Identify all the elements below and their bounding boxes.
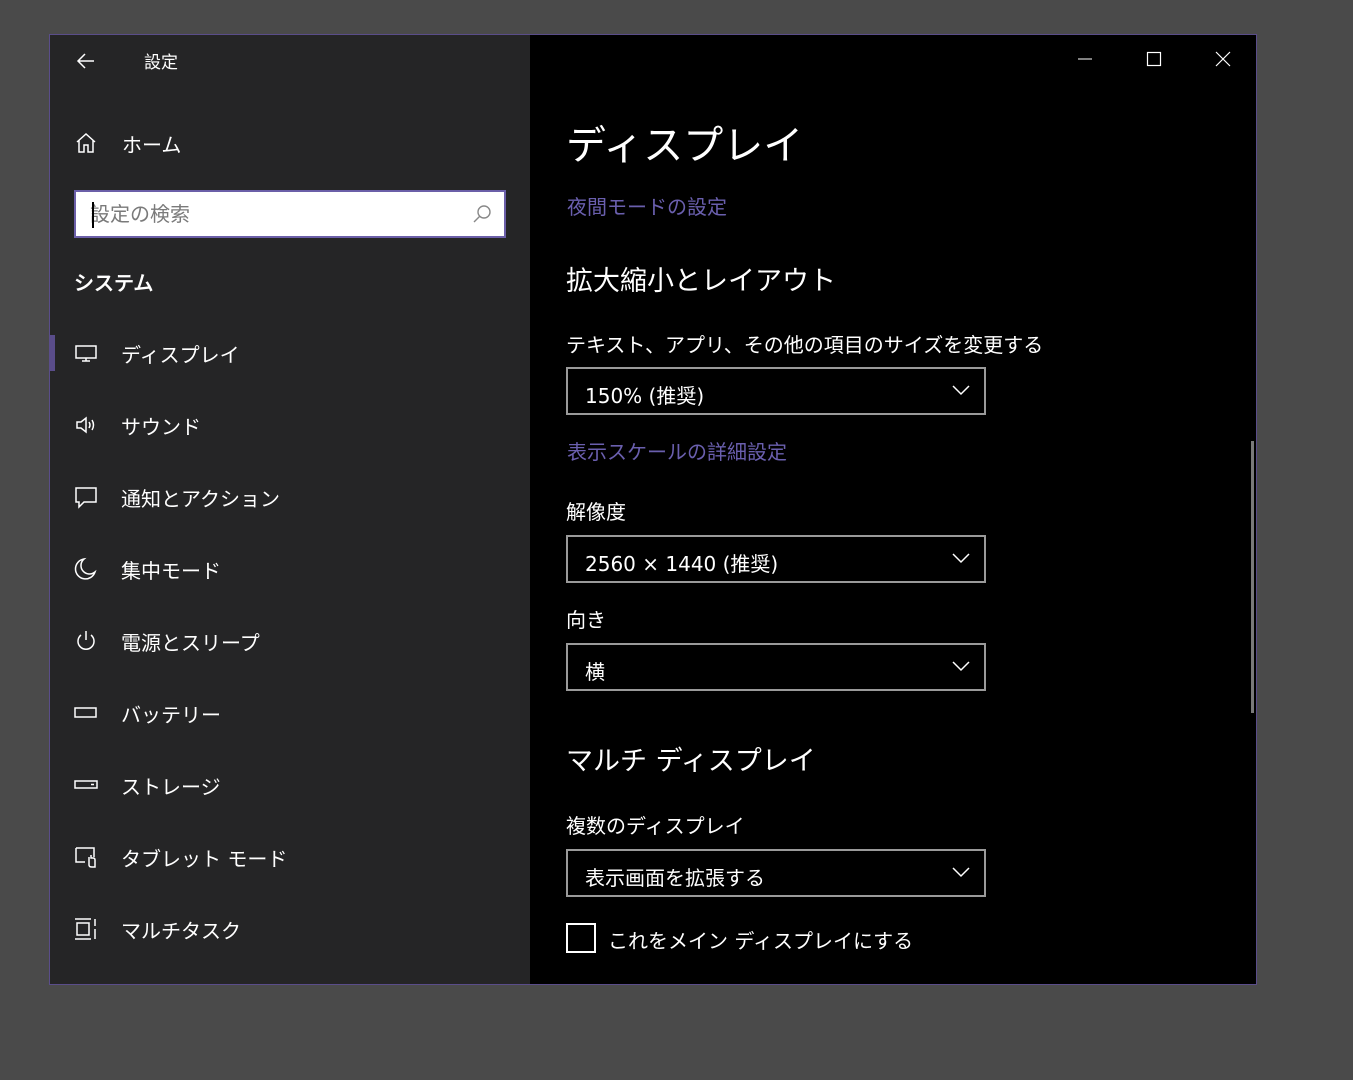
search-input[interactable] xyxy=(90,192,460,236)
battery-icon xyxy=(74,707,97,718)
multi-display-heading: マルチ ディスプレイ xyxy=(566,746,816,777)
sidebar-item-focus-assist[interactable]: 集中モード xyxy=(50,533,530,605)
multiple-displays-dropdown[interactable]: 表示画面を拡張する xyxy=(566,849,986,897)
storage-icon xyxy=(74,780,98,789)
make-main-display-checkbox[interactable] xyxy=(566,923,596,953)
monitor-icon xyxy=(75,345,97,362)
moon-icon xyxy=(74,557,97,580)
sidebar-item-label: 集中モード xyxy=(121,558,221,583)
night-light-settings-link[interactable]: 夜間モードの設定 xyxy=(567,191,727,220)
sidebar-item-label: ストレージ xyxy=(121,774,221,799)
sidebar-item-multitasking[interactable]: マルチタスク xyxy=(50,893,530,965)
sidebar-item-label: タブレット モード xyxy=(121,846,288,871)
section-title: システム xyxy=(74,271,154,295)
maximize-icon xyxy=(1146,51,1161,67)
sidebar-item-label: バッテリー xyxy=(121,702,221,727)
speaker-icon xyxy=(76,416,95,434)
search-box[interactable] xyxy=(74,190,506,238)
settings-window: 設定 ホーム システム ディスプレイ xyxy=(49,34,1257,985)
minimize-button[interactable] xyxy=(1050,35,1119,83)
chevron-down-icon xyxy=(952,553,970,564)
multitask-icon xyxy=(75,918,96,940)
orientation-label: 向き xyxy=(566,608,606,632)
chevron-down-icon xyxy=(952,661,970,672)
sidebar-item-label: 電源とスリープ xyxy=(121,630,260,655)
sidebar-item-display[interactable]: ディスプレイ xyxy=(50,317,530,389)
back-arrow-icon xyxy=(76,53,94,69)
power-icon xyxy=(77,631,95,650)
sidebar-item-home[interactable]: ホーム xyxy=(50,119,530,167)
chevron-down-icon xyxy=(952,385,970,396)
resolution-dropdown[interactable]: 2560 × 1440 (推奨) xyxy=(566,535,986,583)
orientation-dropdown[interactable]: 横 xyxy=(566,643,986,691)
sidebar-item-notifications[interactable]: 通知とアクション xyxy=(50,461,530,533)
content-pane: ディスプレイ 夜間モードの設定 拡大縮小とレイアウト テキスト、アプリ、その他の… xyxy=(530,35,1256,984)
multiple-displays-label: 複数のディスプレイ xyxy=(566,814,745,838)
advanced-scaling-link[interactable]: 表示スケールの詳細設定 xyxy=(567,436,787,465)
text-caret xyxy=(92,202,94,228)
sidebar-item-label: 通知とアクション xyxy=(121,486,280,511)
sidebar: 設定 ホーム システム ディスプレイ xyxy=(50,35,530,984)
back-button[interactable] xyxy=(68,43,104,79)
page-title: ディスプレイ xyxy=(566,123,804,169)
minimize-icon xyxy=(1077,58,1092,60)
sidebar-item-tablet-mode[interactable]: タブレット モード xyxy=(50,821,530,893)
sidebar-nav: ディスプレイ サウンド 通知とアクション 集中モード 電源とスリープ バッテリー… xyxy=(50,317,530,965)
home-label: ホーム xyxy=(122,132,182,157)
search-icon[interactable] xyxy=(472,204,492,224)
sidebar-item-power-sleep[interactable]: 電源とスリープ xyxy=(50,605,530,677)
close-icon xyxy=(1215,51,1230,67)
message-icon xyxy=(75,487,97,509)
sidebar-item-label: サウンド xyxy=(121,414,201,439)
maximize-button[interactable] xyxy=(1119,35,1188,83)
scale-dropdown[interactable]: 150% (推奨) xyxy=(566,367,986,415)
sidebar-item-storage[interactable]: ストレージ xyxy=(50,749,530,821)
scale-value: 150% (推奨) xyxy=(585,384,705,408)
window-title: 設定 xyxy=(144,53,178,73)
orientation-value: 横 xyxy=(585,660,605,684)
sidebar-item-label: ディスプレイ xyxy=(121,342,240,367)
chevron-down-icon xyxy=(952,867,970,878)
tablet-mode-icon xyxy=(75,847,96,868)
resolution-value: 2560 × 1440 (推奨) xyxy=(585,552,779,576)
sidebar-item-label: マルチタスク xyxy=(121,918,241,943)
scrollbar[interactable] xyxy=(1251,441,1254,713)
scale-label: テキスト、アプリ、その他の項目のサイズを変更する xyxy=(566,333,1044,357)
multiple-displays-value: 表示画面を拡張する xyxy=(585,866,765,890)
sidebar-item-sound[interactable]: サウンド xyxy=(50,389,530,461)
close-button[interactable] xyxy=(1188,35,1256,83)
home-icon xyxy=(76,132,96,153)
sidebar-item-battery[interactable]: バッテリー xyxy=(50,677,530,749)
resolution-label: 解像度 xyxy=(566,500,626,524)
scale-layout-heading: 拡大縮小とレイアウト xyxy=(566,266,836,297)
make-main-display-label[interactable]: これをメイン ディスプレイにする xyxy=(608,925,913,954)
